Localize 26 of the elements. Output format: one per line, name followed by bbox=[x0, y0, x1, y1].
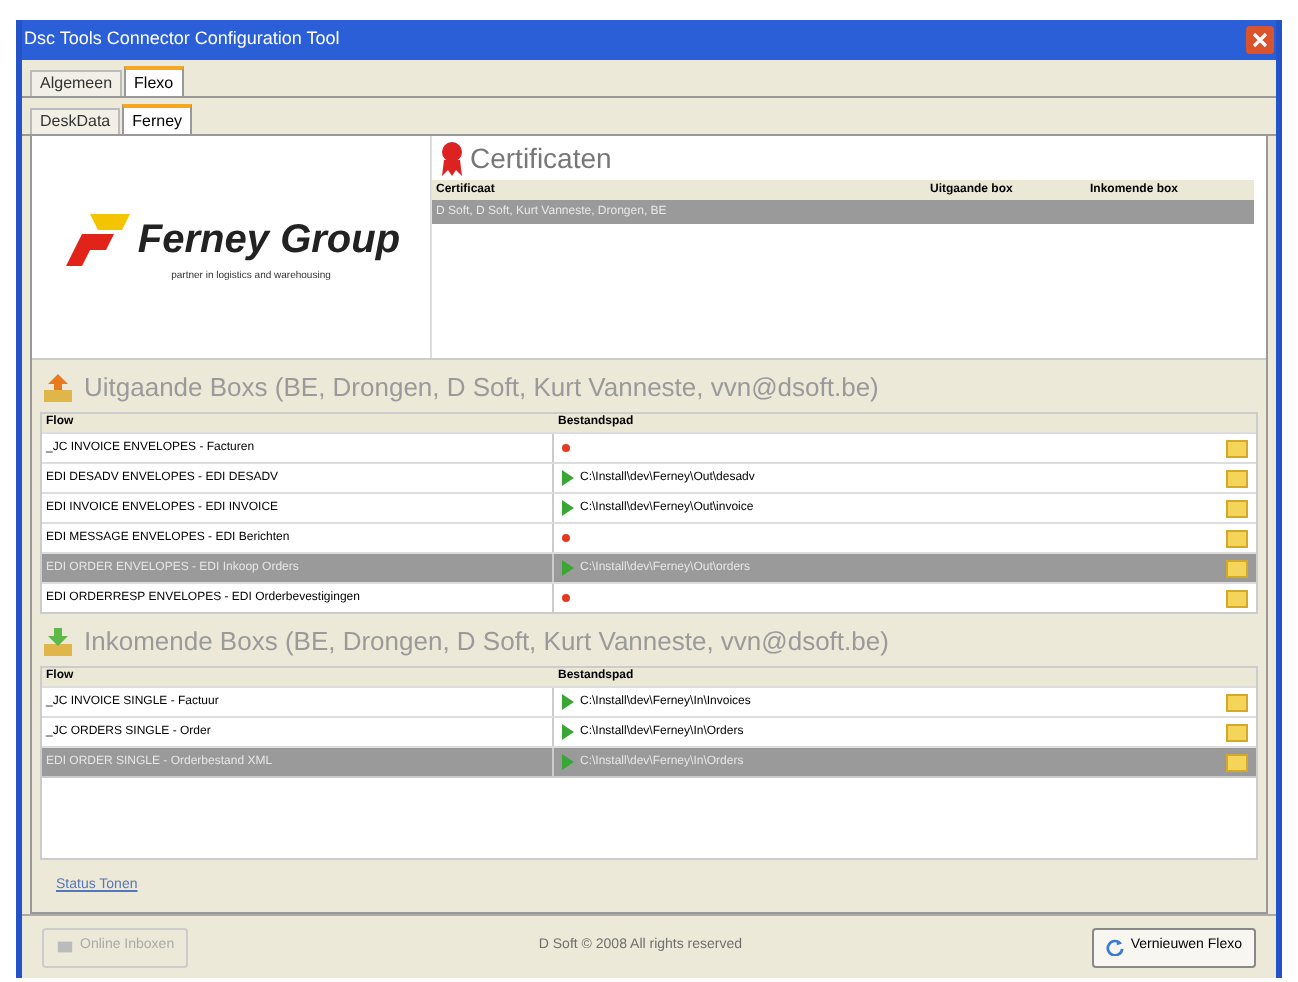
folder-icon[interactable] bbox=[1226, 469, 1248, 487]
tab[interactable]: Flexo bbox=[124, 66, 184, 96]
box-arrow-icon bbox=[40, 372, 76, 404]
tab[interactable]: Algemeen bbox=[30, 70, 123, 96]
inbox-icon bbox=[56, 938, 74, 956]
window-title: Dsc Tools Connector Configuration Tool bbox=[24, 26, 340, 53]
tab[interactable]: Ferney bbox=[122, 104, 193, 134]
refresh-icon bbox=[1106, 938, 1125, 956]
box-arrow-icon bbox=[40, 626, 76, 658]
ribbon-icon bbox=[440, 140, 464, 176]
folder-icon[interactable] bbox=[1226, 439, 1248, 457]
folder-icon[interactable] bbox=[1226, 753, 1248, 771]
folder-icon[interactable] bbox=[1226, 723, 1248, 741]
folder-icon[interactable] bbox=[1226, 559, 1248, 577]
section-title: Certificaten bbox=[470, 139, 612, 177]
section-title: Uitgaande Boxs (BE, Drongen, D Soft, Kurt Vanneste, vvn@dsoft.be) bbox=[84, 370, 879, 407]
close-icon bbox=[1252, 32, 1268, 48]
logo-name: Ferney Group bbox=[137, 215, 401, 266]
close-button[interactable] bbox=[1246, 26, 1274, 54]
folder-icon[interactable] bbox=[1226, 589, 1248, 607]
section-title: Inkomende Boxs (BE, Drongen, D Soft, Kurt Vanneste, vvn@dsoft.be) bbox=[84, 624, 889, 661]
folder-icon[interactable] bbox=[1226, 693, 1248, 711]
folder-icon[interactable] bbox=[1226, 529, 1248, 547]
folder-icon[interactable] bbox=[1226, 499, 1248, 517]
logo-mark-icon bbox=[61, 209, 134, 270]
tab[interactable]: DeskData bbox=[30, 108, 121, 134]
